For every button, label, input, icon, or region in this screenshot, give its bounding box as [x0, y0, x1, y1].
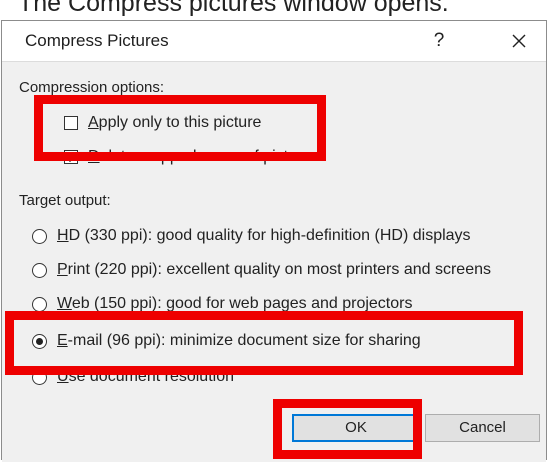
help-button[interactable]: ? — [425, 27, 453, 55]
highlight-box-ok — [273, 399, 422, 459]
cancel-button[interactable]: Cancel — [425, 414, 540, 442]
radio-print-row[interactable]: Print (220 ppi): excellent quality on mo… — [32, 261, 491, 279]
title-bar: Compress Pictures ? — [2, 21, 546, 61]
radio-hd[interactable] — [32, 228, 47, 244]
radio-print-label: Print (220 ppi): excellent quality on mo… — [57, 261, 491, 278]
compression-options-label: Compression options: — [19, 79, 165, 96]
target-output-label: Target output: — [19, 192, 111, 209]
close-button[interactable] — [505, 27, 533, 55]
compress-pictures-dialog: Compress Pictures ? Compression options:… — [1, 20, 547, 462]
radio-hd-label: HD (330 ppi): good quality for high-defi… — [57, 227, 471, 244]
radio-print[interactable] — [32, 262, 47, 278]
highlight-box-email — [5, 311, 523, 375]
caption-text: The Compress pictures window opens. — [18, 0, 449, 17]
radio-web[interactable] — [32, 296, 47, 312]
highlight-box-apply-only — [34, 95, 326, 161]
radio-hd-row[interactable]: HD (330 ppi): good quality for high-defi… — [32, 227, 471, 245]
dialog-title: Compress Pictures — [25, 31, 169, 50]
close-icon — [512, 34, 526, 48]
